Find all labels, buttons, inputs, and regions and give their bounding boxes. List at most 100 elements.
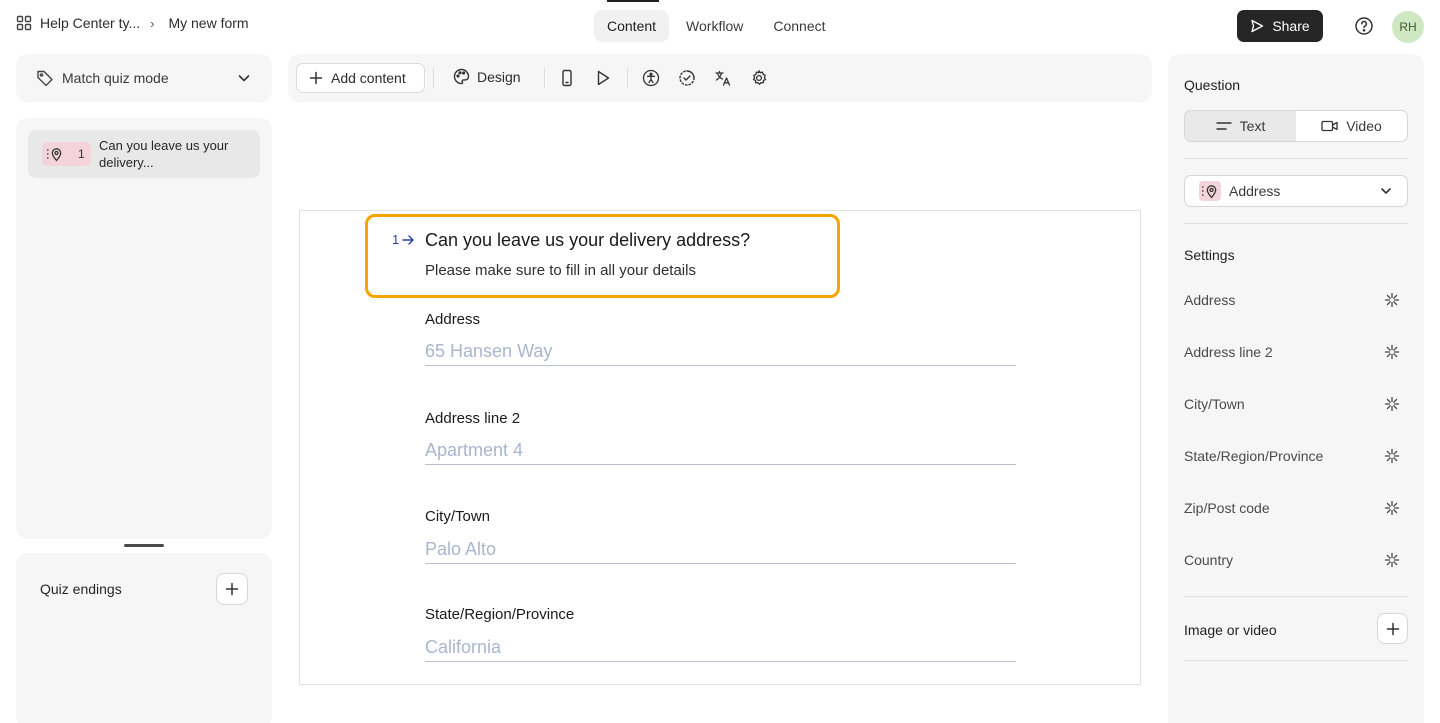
- play-icon[interactable]: [594, 69, 612, 87]
- video-camera-icon: [1321, 120, 1338, 132]
- add-image-video-button[interactable]: [1377, 613, 1408, 644]
- add-content-label: Add content: [331, 70, 406, 86]
- toolbar-divider: [433, 68, 434, 88]
- main-tabs: Content Workflow Connect: [594, 10, 839, 42]
- question-description[interactable]: Please make sure to fill in all your det…: [425, 262, 696, 279]
- setting-row-address[interactable]: Address: [1184, 290, 1408, 310]
- address-field[interactable]: [425, 338, 1016, 366]
- required-asterisk-icon[interactable]: [1384, 344, 1400, 360]
- field-label-city: City/Town: [425, 508, 491, 525]
- question-media-toggle: Text Video: [1184, 110, 1408, 142]
- arrow-right-icon: [402, 234, 414, 245]
- help-icon[interactable]: [1354, 16, 1374, 36]
- panel-divider: [1184, 223, 1408, 224]
- city-field[interactable]: [425, 536, 1016, 564]
- plus-icon: [1386, 622, 1399, 635]
- setting-row-address-line-2[interactable]: Address line 2: [1184, 342, 1408, 362]
- active-tab-indicator: [607, 0, 659, 2]
- chevron-down-icon: [238, 75, 250, 82]
- question-title[interactable]: Can you leave us your delivery address?: [425, 230, 750, 251]
- question-list-item[interactable]: 1 Can you leave us your delivery...: [28, 130, 260, 178]
- panel-divider: [1184, 596, 1408, 597]
- question-type-badge: [1199, 181, 1221, 201]
- question-type-select[interactable]: Address: [1184, 175, 1408, 207]
- mobile-preview-icon[interactable]: [558, 69, 576, 87]
- question-number: 1: [78, 147, 85, 161]
- panel-divider: [1184, 158, 1408, 159]
- accessibility-icon[interactable]: [642, 69, 660, 87]
- tab-content[interactable]: Content: [594, 10, 670, 42]
- settings-icon[interactable]: [750, 69, 768, 87]
- breadcrumb-form-name[interactable]: My new form: [168, 15, 248, 31]
- share-button[interactable]: Share: [1237, 10, 1323, 42]
- apps-grid-icon[interactable]: [16, 15, 32, 31]
- toolbar-divider: [627, 68, 628, 88]
- field-label-state: State/Region/Province: [425, 606, 575, 623]
- question-number-text: 1: [392, 232, 400, 247]
- address-pin-icon: [1202, 185, 1217, 199]
- add-content-button[interactable]: Add content: [296, 63, 425, 93]
- address-pin-icon: [47, 148, 62, 162]
- setting-label: Address line 2: [1184, 344, 1273, 360]
- video-toggle-button[interactable]: Video: [1296, 111, 1407, 141]
- loading-icon[interactable]: [678, 69, 696, 87]
- setting-label: Zip/Post code: [1184, 500, 1270, 516]
- quiz-endings-panel: Quiz endings: [16, 553, 272, 723]
- setting-label: Country: [1184, 552, 1234, 568]
- design-button[interactable]: Design: [453, 68, 521, 85]
- field-label-address-line-2: Address line 2: [425, 410, 521, 427]
- text-toggle-label: Text: [1239, 118, 1266, 134]
- setting-row-country[interactable]: Country: [1184, 550, 1408, 570]
- settings-heading: Settings: [1184, 247, 1235, 263]
- add-ending-button[interactable]: [216, 573, 248, 605]
- quiz-mode-selector[interactable]: Match quiz mode: [16, 54, 272, 102]
- state-field[interactable]: [425, 634, 1016, 662]
- editor-toolbar: Add content Design: [288, 54, 1152, 102]
- quiz-endings-label: Quiz endings: [40, 581, 122, 597]
- setting-label: State/Region/Province: [1184, 448, 1324, 464]
- design-label: Design: [477, 68, 521, 85]
- required-asterisk-icon[interactable]: [1384, 552, 1400, 568]
- question-number-indicator: 1: [392, 232, 414, 247]
- tag-icon: [37, 70, 53, 87]
- required-asterisk-icon[interactable]: [1384, 500, 1400, 516]
- user-avatar[interactable]: RH: [1392, 11, 1424, 43]
- field-label-address: Address: [425, 311, 481, 328]
- resize-handle[interactable]: [124, 544, 164, 547]
- image-video-label: Image or video: [1184, 622, 1277, 638]
- question-list: 1 Can you leave us your delivery...: [16, 118, 272, 539]
- send-icon: [1251, 19, 1264, 33]
- chevron-down-icon: [1381, 188, 1391, 195]
- translate-icon[interactable]: [714, 69, 732, 87]
- question-list-text: Can you leave us your delivery...: [99, 138, 229, 170]
- setting-row-state[interactable]: State/Region/Province: [1184, 446, 1408, 466]
- panel-divider: [1184, 660, 1408, 661]
- palette-icon: [453, 68, 470, 85]
- plus-icon: [225, 582, 239, 596]
- text-toggle-button[interactable]: Text: [1185, 111, 1296, 141]
- required-asterisk-icon[interactable]: [1384, 448, 1400, 464]
- setting-row-zip[interactable]: Zip/Post code: [1184, 498, 1408, 518]
- tab-connect[interactable]: Connect: [760, 10, 838, 42]
- breadcrumb: Help Center ty... › My new form: [16, 15, 249, 31]
- breadcrumb-workspace[interactable]: Help Center ty...: [40, 15, 140, 31]
- question-settings-panel: Question Text Video Address Settings Add…: [1168, 54, 1424, 723]
- question-type-badge: 1: [42, 142, 91, 166]
- tab-workflow[interactable]: Workflow: [673, 10, 756, 42]
- question-header-highlight[interactable]: [365, 214, 840, 298]
- plus-icon: [309, 71, 323, 85]
- required-asterisk-icon[interactable]: [1384, 292, 1400, 308]
- text-lines-icon: [1215, 122, 1232, 130]
- video-toggle-label: Video: [1346, 118, 1382, 134]
- chevron-right-icon: ›: [150, 15, 155, 31]
- share-label: Share: [1272, 18, 1310, 34]
- setting-label: Address: [1184, 292, 1236, 308]
- toolbar-divider: [544, 68, 545, 88]
- required-asterisk-icon[interactable]: [1384, 396, 1400, 412]
- question-type-label: Address: [1229, 183, 1281, 199]
- quiz-mode-label: Match quiz mode: [62, 70, 169, 86]
- setting-label: City/Town: [1184, 396, 1245, 412]
- address-line-2-field[interactable]: [425, 437, 1016, 465]
- setting-row-city[interactable]: City/Town: [1184, 394, 1408, 414]
- question-heading: Question: [1184, 77, 1241, 93]
